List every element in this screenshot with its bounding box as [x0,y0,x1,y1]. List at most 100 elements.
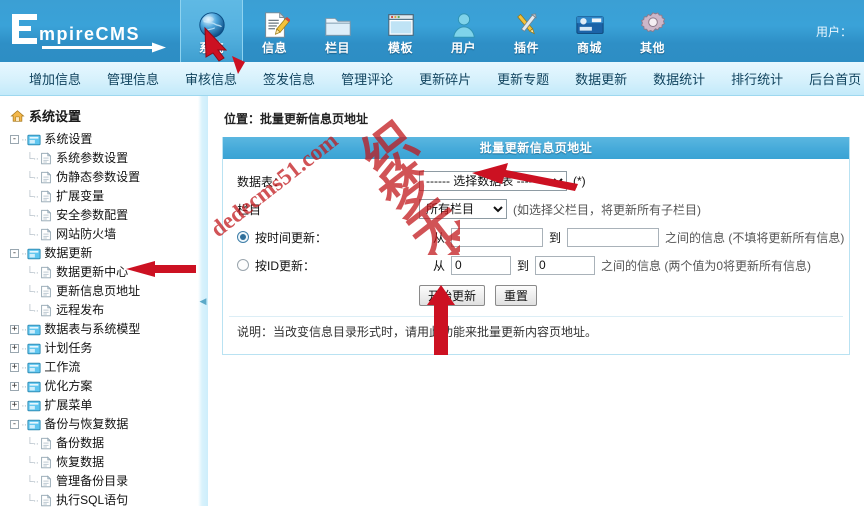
sidebar-item-13[interactable]: + ·· 优化方案 [6,377,207,396]
breadcrumb: 位置：批量更新信息页地址 [224,112,369,126]
nav-item-plugin[interactable]: 插件 [495,0,558,62]
column-select[interactable]: 所有栏目 [419,199,507,219]
subnav-item-data-update[interactable]: 数据更新 [562,69,640,88]
form-panel: 批量更新信息页地址 数据表： ------ 选择数据表 ------ (*) 栏… [222,137,850,355]
radio-by-time-wrap[interactable]: 按时间更新： [237,229,433,246]
sidebar-item-3[interactable]: └·· 扩展变量 [6,187,207,206]
sidebar-item-label: 网站防火墙 [56,227,117,241]
logo[interactable]: mpireCMS [0,0,180,62]
tools-icon [516,13,537,34]
time-from-input[interactable] [451,227,544,247]
tree-connector: ·· [21,342,27,355]
id-from-input[interactable] [451,255,512,275]
sidebar-item-17[interactable]: └·· 恢复数据 [6,453,207,472]
sidebar-item-1[interactable]: └·· 系统参数设置 [6,149,207,168]
folder-small-icon [27,419,41,431]
sidebar-item-12[interactable]: + ·· 工作流 [6,358,207,377]
page-small-icon [41,437,52,450]
sidebar-item-19[interactable]: └·· 执行SQL语句 [6,491,207,510]
nav-item-other[interactable]: 其他 [621,0,684,62]
collapse-icon[interactable]: - [10,135,19,144]
folder-icon [324,17,351,36]
collapse-icon[interactable]: - [10,420,19,429]
radio-by-id-wrap[interactable]: 按ID更新： [237,257,433,274]
sidebar-item-6[interactable]: - ·· 数据更新 [6,244,207,263]
subnav-item-admin-home[interactable]: 后台首页 [796,69,864,88]
nav-item-system[interactable]: 系统 [180,0,243,62]
sidebar-item-label: 管理备份目录 [56,474,129,488]
radio-by-id[interactable] [237,259,249,271]
sidebar-item-2[interactable]: └·· 伪静态参数设置 [6,168,207,187]
folder-small-icon [27,134,41,146]
sidebar-item-8[interactable]: └·· 更新信息页地址 [6,282,207,301]
time-to-input[interactable] [567,227,660,247]
subnav-item-rank-stats[interactable]: 排行统计 [718,69,796,88]
sidebar-item-label: 系统设置 [44,132,93,146]
tree-connector: └·· [26,209,39,222]
sidebar-item-label: 数据更新 [44,246,93,260]
expand-icon[interactable]: + [10,382,19,391]
nav-item-column[interactable]: 栏目 [306,0,369,62]
sidebar-item-4[interactable]: └·· 安全参数配置 [6,206,207,225]
sidebar-item-16[interactable]: └·· 备份数据 [6,434,207,453]
label-data-table: 数据表： [237,174,286,189]
subnav-item-update-topic[interactable]: 更新专题 [484,69,562,88]
subnav-item-audit-info[interactable]: 审核信息 [172,69,250,88]
sidebar-item-15[interactable]: - ·· 备份与恢复数据 [6,415,207,434]
id-to-input[interactable] [535,255,596,275]
page-small-icon [41,171,52,184]
radio-by-time[interactable] [237,231,249,243]
sidebar-item-7[interactable]: └·· 数据更新中心 [6,263,207,282]
nav-item-info[interactable]: 信息 [243,0,306,62]
tree-connector: ·· [21,323,27,336]
sidebar-item-label: 备份与恢复数据 [44,417,129,431]
svg-text:mpireCMS: mpireCMS [39,24,140,44]
sidebar-item-10[interactable]: + ·· 数据表与系统模型 [6,320,207,339]
folder-small-icon [27,248,41,260]
sidebar-item-14[interactable]: + ·· 扩展菜单 [6,396,207,415]
tree-connector: └·· [26,475,39,488]
subnav-item-issue-info[interactable]: 签发信息 [250,69,328,88]
sidebar-item-18[interactable]: └·· 管理备份目录 [6,472,207,491]
gear-icon [640,11,665,32]
subnav-item-update-fragment[interactable]: 更新碎片 [406,69,484,88]
sidebar-item-9[interactable]: └·· 远程发布 [6,301,207,320]
expand-icon[interactable]: + [10,363,19,372]
sidebar-item-label: 备份数据 [56,436,105,450]
subnav-item-add-info[interactable]: 增加信息 [16,69,94,88]
expand-icon[interactable]: + [10,401,19,410]
subnav-item-data-stats[interactable]: 数据统计 [640,69,718,88]
main-content: 位置：批量更新信息页地址 批量更新信息页地址 数据表： ------ 选择数据表… [208,96,864,506]
tree-connector: ·· [21,399,27,412]
subnav-item-manage-comment[interactable]: 管理评论 [328,69,406,88]
sidebar-item-5[interactable]: └·· 网站防火墙 [6,225,207,244]
collapse-icon[interactable]: - [10,249,19,258]
folder-small-icon [27,324,41,336]
tree-connector: ·· [21,380,27,393]
reset-button[interactable]: 重置 [495,285,538,306]
form-row-table: 数据表： ------ 选择数据表 ------ (*) [223,167,849,195]
from-word-time: 从 [433,230,446,245]
expand-icon[interactable]: + [10,325,19,334]
sidebar-collapse-handle[interactable]: ◀ [198,96,208,506]
sidebar-tree: - ·· 系统设置 └·· 系统参数设置 └·· 伪静态参数设置 └·· 扩展变量 └·· 安全参数… [6,130,207,510]
folder-small-icon [27,362,41,374]
id-tail-text: 之间的信息 (两个值为0将更新所有信息) [601,258,812,273]
expand-icon[interactable]: + [10,344,19,353]
label-by-id: 按ID更新： [255,258,316,273]
tree-connector: ·· [21,247,27,260]
sidebar-item-label: 计划任务 [44,341,93,355]
folder-small-icon [27,381,41,393]
data-table-select[interactable]: ------ 选择数据表 ------ [419,171,567,191]
nav-label: 插件 [513,40,539,55]
sidebar-item-0[interactable]: - ·· 系统设置 [6,130,207,149]
subnav-item-manage-info[interactable]: 管理信息 [94,69,172,88]
collapse-arrow-icon: ◀ [199,295,207,306]
sidebar-item-label: 远程发布 [56,303,105,317]
nav-item-mall[interactable]: 商城 [558,0,621,62]
nav-item-user[interactable]: 用户 [432,0,495,62]
nav-item-template[interactable]: 模板 [369,0,432,62]
start-update-button[interactable]: 开始更新 [419,285,486,306]
sidebar-title: 系统设置 [10,106,207,125]
sidebar-item-11[interactable]: + ·· 计划任务 [6,339,207,358]
